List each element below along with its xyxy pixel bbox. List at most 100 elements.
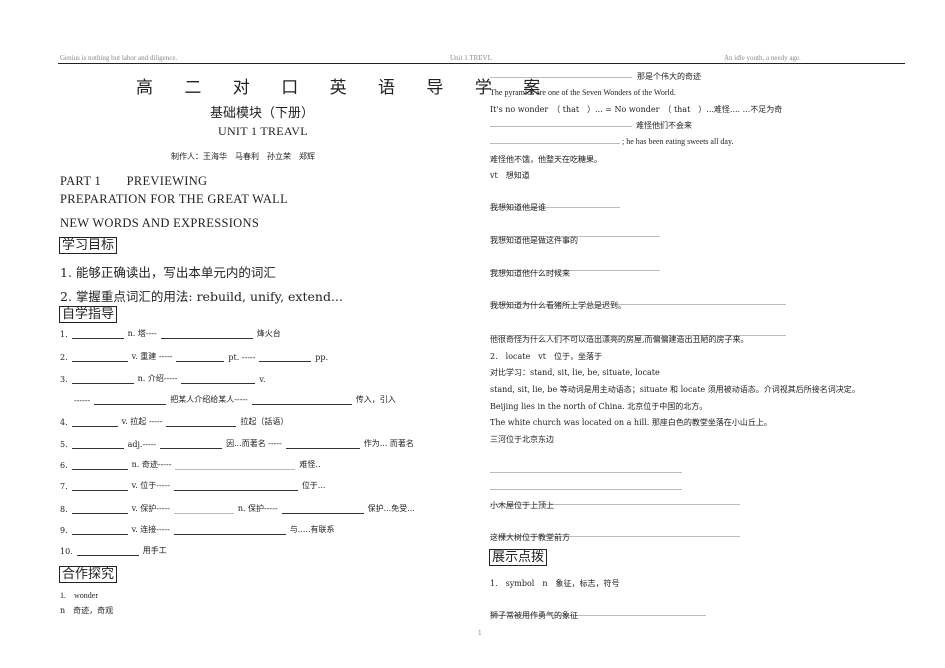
blank[interactable] [76, 547, 139, 556]
row-text: n. 介绍----- [137, 374, 178, 383]
page-number: 1 [478, 630, 482, 637]
right-line-11: 我想知道为什么看猪所上学总是迟到。 [490, 301, 626, 310]
row-number: 2. [60, 353, 68, 362]
row-text: 与.....有联系 [289, 525, 335, 534]
part-heading: PART 1 PREVIEWING [60, 174, 208, 188]
right-line-10: 我想知道他什么时候来 [490, 269, 570, 278]
vocab-row-3: 3. n. 介绍----- v. [60, 373, 266, 384]
row-text: adj.----- [127, 440, 157, 449]
vocab-row-9: 9. v. 连接----- 与.....有联系 [60, 524, 335, 535]
row-number: 5. [60, 440, 68, 449]
row-text: pp. [315, 353, 329, 362]
doc-subtitle: 基础模块（下册） [210, 106, 315, 121]
goals-heading: 学习目标 [59, 237, 118, 254]
vocab-row-8: 8. v. 保护----- n. 保护----- 保护...免受... [60, 503, 415, 514]
blank-line[interactable] [490, 120, 632, 129]
new-words-heading: NEW WORDS AND EXPRESSIONS [60, 216, 260, 230]
header-motto-left: Genius is nothing but labor and diligenc… [60, 54, 178, 62]
blank[interactable] [181, 375, 256, 384]
vocab-row-5: 5. adj.----- 因...而著名 ----- 作为... 而著名 [60, 438, 414, 449]
goal-2: 2. 掌握重点词汇的用法: rebuild, unify, extend... [60, 289, 343, 304]
self-study-heading: 自学指导 [59, 306, 118, 323]
header-rule [58, 63, 905, 64]
right-line-2: The pyramids are one of the Seven Wonder… [490, 88, 676, 97]
right-line-14: 对比学习：stand, sit, lie, be, situate, locat… [490, 368, 660, 377]
blank[interactable] [160, 330, 253, 339]
row-number: 9. [60, 526, 68, 535]
right-line-12: 他很奇怪为什么人们不可以造出漂亮的房屋,而偏偏建造出丑陋的房子来。 [490, 335, 749, 344]
row-text: 传入，引入 [355, 395, 396, 404]
right-line-6: 难怪他不饿，他整天在吃糖果。 [490, 155, 602, 164]
blank[interactable] [71, 505, 128, 514]
right-line-7: vt 想知道 [490, 171, 530, 180]
right-line-18: 三河位于北京东边 [490, 435, 554, 444]
vocab-row-3b: ------ 把某人介绍给某人----- 传入，引入 [74, 394, 396, 405]
blank[interactable] [160, 440, 223, 449]
vocab-row-7: 7. v. 位于----- 位于... [60, 480, 325, 491]
blank[interactable] [71, 482, 128, 491]
row-text: n. 保护----- [237, 504, 278, 513]
row-text: 作为... 而著名 [363, 439, 414, 448]
right-line-16: Beijing lies in the north of China. 北京位于… [490, 402, 708, 411]
row-text: 因...而著名 ----- [226, 439, 282, 448]
blank[interactable] [71, 330, 124, 339]
blank[interactable] [71, 375, 134, 384]
row-text: 把某人介绍给某人----- [170, 395, 248, 404]
row-number: 1. [60, 330, 68, 339]
right-line-17: The white church was located on a hill. … [490, 418, 772, 427]
authors: 制作人：王海华 马春利 孙立荣 郑辉 [171, 152, 315, 161]
vocab-row-4: 4. v. 拉起 ----- 拉起（話语） [60, 416, 288, 427]
row-text: v. 拉起 ----- [121, 417, 163, 426]
blank[interactable] [259, 353, 312, 362]
blank[interactable] [71, 418, 118, 427]
right-line-13: 2. locate vt 位于，坐落于 [490, 352, 602, 361]
wonder-meaning: n 奇迹，奇观 [60, 606, 114, 615]
row-text: v. [259, 375, 266, 384]
row-number: 8. [60, 505, 68, 514]
blank[interactable] [173, 482, 298, 491]
right-line-19: 小木屋位于上顶上 [490, 501, 554, 510]
row-text: 保护...免受... [367, 504, 415, 513]
row-text: 拉起（話语） [240, 417, 289, 426]
blank[interactable] [71, 526, 128, 535]
blank[interactable] [176, 353, 225, 362]
row-text: v. 连接----- [131, 525, 170, 534]
cooperation-heading: 合作探究 [59, 566, 118, 583]
blank-line[interactable] [490, 71, 632, 80]
row-text: v. 位于----- [131, 481, 170, 490]
blank[interactable] [175, 469, 296, 470]
right-line-3: It's no wonder （ that ）... = No wonder （… [490, 105, 783, 114]
right-line-22: 1. symbol n 象征，标志，符号 [490, 579, 620, 588]
blank[interactable] [71, 440, 124, 449]
row-number: 4. [60, 418, 68, 427]
blank[interactable] [94, 396, 167, 405]
right-line-20: 这棵大树位于教堂前方 [490, 533, 570, 542]
right-line-9: 我想知道他是做这件事的 [490, 236, 578, 245]
section-heading: PREPARATION FOR THE GREAT WALL [60, 192, 289, 206]
row-text: n. 塔---- [127, 329, 157, 338]
right-line-15: stand, sit, lie, be 等动词是用主动语态；situate 和 … [490, 385, 860, 394]
blank[interactable] [173, 526, 286, 535]
blank[interactable] [281, 505, 364, 514]
row-number: 7. [60, 482, 68, 491]
blank[interactable] [71, 353, 128, 362]
header-unit: Unit 1 TREVL [450, 54, 492, 62]
row-text: pt. ----- [228, 353, 256, 362]
right-line-5: ; he has been eating sweets all day. [622, 137, 734, 146]
row-text: 难怪.. [299, 460, 321, 469]
vocab-row-1: 1. n. 塔---- 烽火台 [60, 328, 281, 339]
vocab-row-2: 2. v. 重建 ----- pt. ----- pp. [60, 351, 328, 362]
right-line-8: 我想知道他是谁 [490, 203, 546, 212]
showcase-heading: 展示点拨 [489, 549, 548, 566]
blank[interactable] [173, 513, 234, 514]
blank[interactable] [166, 418, 237, 427]
goal-1: 1. 能够正确读出，写出本单元内的词汇 [60, 265, 276, 280]
row-text: ------ [74, 396, 91, 405]
right-line-1: 那是个伟大的奇迹 [637, 72, 701, 81]
blank[interactable] [285, 440, 360, 449]
row-text: v. 重建 ----- [131, 352, 173, 361]
blank[interactable] [251, 396, 352, 405]
row-text: v. 保护----- [131, 504, 170, 513]
blank[interactable] [71, 461, 128, 470]
blank-line[interactable] [490, 137, 620, 146]
